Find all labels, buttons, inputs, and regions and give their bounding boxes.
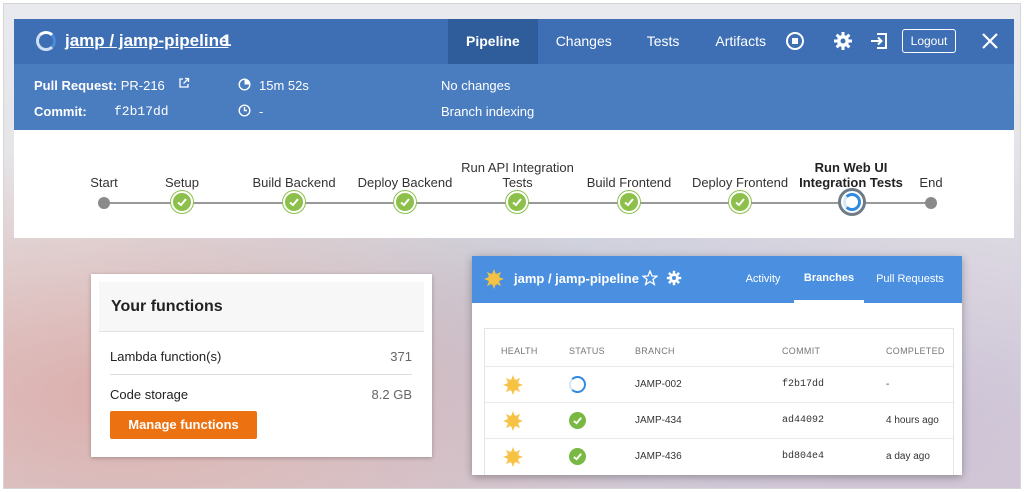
run-cause: Branch indexing — [441, 104, 535, 119]
column-header-commit: COMMIT — [782, 346, 821, 356]
sunny-health-icon — [484, 269, 504, 289]
stage-end-node — [925, 197, 937, 209]
pull-request-label: Pull Request: — [34, 78, 118, 93]
table-row[interactable]: JAMP-002 f2b17dd - — [485, 366, 953, 402]
table-row[interactable]: JAMP-436 bd804e4 a day ago — [485, 438, 953, 474]
stage-deploy-frontend-success-icon[interactable] — [729, 191, 751, 213]
column-header-health: HEALTH — [501, 346, 538, 356]
sunny-icon — [503, 375, 523, 395]
code-storage-row: Code storage 8.2 GB — [110, 387, 412, 402]
stage-label-deploy-frontend: Deploy Frontend — [691, 175, 789, 190]
stage-label-deploy-backend: Deploy Backend — [357, 175, 453, 190]
completed-time: 4 hours ago — [886, 415, 939, 426]
column-header-branch: BRANCH — [635, 346, 675, 356]
branch-name: JAMP-002 — [635, 379, 682, 390]
stage-deploy-backend-success-icon[interactable] — [394, 191, 416, 213]
lambda-functions-label: Lambda function(s) — [110, 349, 222, 364]
gear-icon[interactable] — [666, 270, 686, 290]
logout-button[interactable]: Logout — [902, 29, 956, 53]
status-success-icon — [569, 448, 586, 465]
manage-functions-button[interactable]: Manage functions — [110, 411, 257, 439]
sunny-icon — [503, 447, 523, 467]
changes-summary: No changes — [441, 78, 511, 93]
screenshot-frame: jamp / jamp-pipeline 1 Pipeline Changes … — [3, 3, 1021, 489]
stage-label-run-api-tests: Run API Integration Tests — [461, 160, 574, 190]
pipeline-graph: Start Setup Build Backend Deploy Backend… — [14, 130, 1014, 238]
stage-run-web-ui-tests-running-icon[interactable] — [838, 188, 866, 216]
stage-label-end: End — [919, 175, 943, 190]
lambda-functions-row: Lambda function(s) 371 — [110, 349, 412, 364]
row-divider — [110, 374, 412, 375]
run-info-bar: Pull Request: PR-216 Commit: f2b17dd 15m… — [14, 64, 1014, 130]
exit-icon[interactable] — [869, 31, 889, 51]
tab-branches[interactable]: Branches — [794, 256, 864, 303]
table-row[interactable]: JAMP-434 ad44092 4 hours ago — [485, 402, 953, 438]
stage-run-api-tests-success-icon[interactable] — [506, 191, 528, 213]
completed-time: - — [886, 379, 890, 390]
completed-time: a day ago — [886, 451, 930, 462]
stage-label-setup: Setup — [165, 175, 199, 190]
stage-build-frontend-success-icon[interactable] — [618, 191, 640, 213]
stage-label-build-frontend: Build Frontend — [586, 175, 672, 190]
stage-build-backend-success-icon[interactable] — [283, 191, 305, 213]
pipeline-tabs: Pipeline Changes Tests Artifacts — [448, 19, 784, 64]
pull-request-info: Pull Request: PR-216 — [34, 78, 165, 93]
tab-artifacts[interactable]: Artifacts — [697, 19, 784, 64]
column-header-status: STATUS — [569, 346, 605, 356]
commit-hash: bd804e4 — [782, 451, 825, 462]
running-spinner-icon — [843, 193, 861, 211]
tab-pull-requests[interactable]: Pull Requests — [870, 256, 950, 303]
branches-table: HEALTH STATUS BRANCH COMMIT COMPLETED JA… — [484, 328, 954, 475]
code-storage-value: 8.2 GB — [371, 387, 412, 402]
job-title-link[interactable]: jamp / jamp-pipeline — [65, 31, 228, 51]
tab-changes[interactable]: Changes — [538, 19, 629, 64]
clock-icon — [238, 104, 251, 120]
stop-icon[interactable] — [785, 31, 805, 51]
commit-label: Commit: — [34, 104, 87, 119]
branches-card: jamp / jamp-pipeline Activity Branches P… — [472, 256, 962, 475]
sunny-icon — [503, 411, 523, 431]
star-icon[interactable] — [641, 269, 662, 290]
pipeline-header: jamp / jamp-pipeline 1 Pipeline Changes … — [14, 19, 1014, 64]
branches-header: jamp / jamp-pipeline Activity Branches P… — [472, 256, 962, 303]
stage-label-build-backend: Build Backend — [252, 175, 336, 190]
stage-setup-success-icon[interactable] — [171, 191, 193, 213]
functions-card: Your functions Lambda function(s) 371 Co… — [91, 274, 432, 457]
commit-hash: f2b17dd — [114, 104, 169, 119]
status-running-icon — [569, 376, 586, 393]
code-storage-label: Code storage — [110, 387, 189, 402]
gear-icon[interactable] — [833, 31, 853, 51]
external-link-icon[interactable] — [178, 77, 190, 92]
tab-activity[interactable]: Activity — [734, 256, 792, 303]
functions-card-title: Your functions — [111, 298, 223, 315]
lambda-functions-count: 371 — [390, 349, 412, 364]
duration-value: 15m 52s — [259, 78, 309, 93]
running-spinner-icon — [36, 31, 56, 51]
functions-card-header: Your functions — [99, 282, 424, 332]
stage-start-node — [98, 197, 110, 209]
commit-hash: f2b17dd — [782, 379, 825, 390]
run-number: 1 — [222, 31, 232, 50]
pull-request-value: PR-216 — [120, 78, 165, 93]
close-icon[interactable] — [980, 31, 1000, 51]
column-header-completed: COMPLETED — [886, 346, 945, 356]
commit-hash: ad44092 — [782, 415, 825, 426]
branch-name: JAMP-434 — [635, 415, 682, 426]
time-ago-value: - — [259, 104, 264, 119]
tab-tests[interactable]: Tests — [629, 19, 698, 64]
tab-pipeline[interactable]: Pipeline — [448, 19, 538, 64]
duration-icon — [238, 78, 251, 94]
branch-name: JAMP-436 — [635, 451, 682, 462]
status-success-icon — [569, 412, 586, 429]
branches-job-title[interactable]: jamp / jamp-pipeline — [514, 271, 639, 286]
